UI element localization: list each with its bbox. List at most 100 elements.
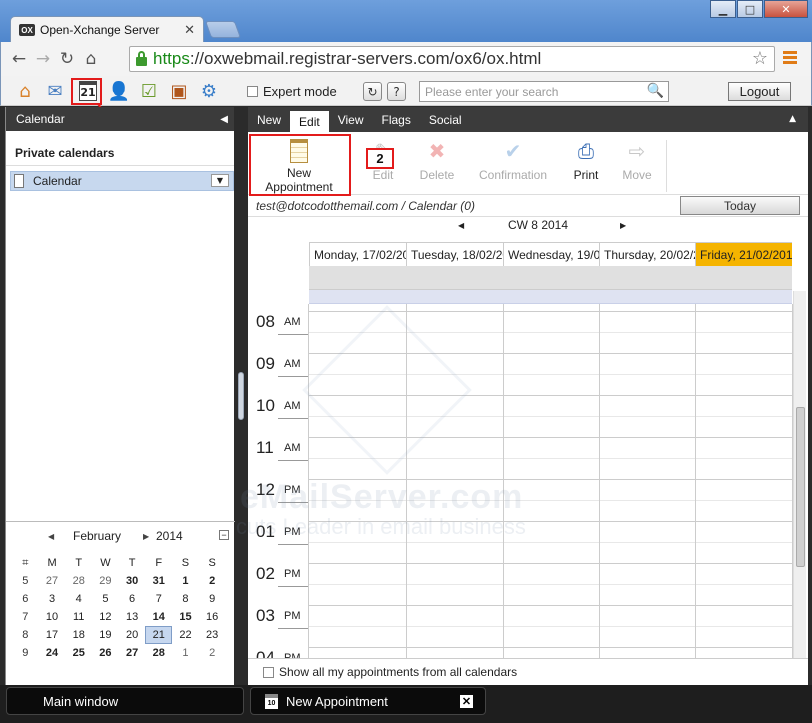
mini-calendar-day[interactable]: 27 <box>119 647 146 659</box>
mini-calendar-day[interactable]: 5 <box>92 593 119 605</box>
infostore-icon[interactable]: ▣ <box>167 79 191 103</box>
week-number[interactable]: 9 <box>12 647 39 659</box>
mini-calendar-day[interactable]: 15 <box>172 611 199 623</box>
move-button[interactable]: ⇨ Move <box>620 136 654 192</box>
search-icon[interactable]: 🔍 <box>647 83 664 99</box>
day-header[interactable]: Tuesday, 18/02/2014 <box>406 243 503 267</box>
minimize-button[interactable]: ▁ <box>710 0 736 18</box>
email-icon[interactable]: ✉ <box>43 79 67 103</box>
mini-calendar-collapse-icon[interactable]: − <box>219 530 229 540</box>
logout-button[interactable]: Logout <box>728 82 791 101</box>
grid-scrollbar[interactable] <box>793 291 806 658</box>
mini-calendar-day[interactable]: 2 <box>199 647 226 659</box>
mini-calendar-day[interactable]: 11 <box>65 611 92 623</box>
mini-calendar-day[interactable]: 24 <box>39 647 66 659</box>
address-bar[interactable]: https://oxwebmail.registrar-servers.com/… <box>129 46 775 72</box>
contacts-icon[interactable]: 👤 <box>107 79 131 103</box>
mini-calendar-day[interactable]: 26 <box>92 647 119 659</box>
bookmark-star-icon[interactable]: ☆ <box>752 48 768 69</box>
day-header[interactable]: Thursday, 20/02/2014 <box>599 243 695 267</box>
mini-calendar-day[interactable]: 19 <box>92 629 119 641</box>
tab-close-icon[interactable]: ✕ <box>184 23 195 38</box>
mini-calendar-day[interactable]: 6 <box>119 593 146 605</box>
taskbar-new-appointment[interactable]: 10 New Appointment ✕ <box>250 687 486 715</box>
grid-scrollbar-thumb[interactable] <box>796 407 805 567</box>
mini-calendar-day[interactable]: 28 <box>145 647 172 659</box>
collapse-sidebar-icon[interactable]: ◀ <box>220 114 228 125</box>
week-number[interactable]: 7 <box>12 611 39 623</box>
tasks-icon[interactable]: ☑ <box>137 79 161 103</box>
mini-calendar-day[interactable]: 16 <box>199 611 226 623</box>
print-button[interactable]: ⎙ Print <box>570 136 602 192</box>
mini-calendar-day[interactable]: 20 <box>119 629 146 641</box>
mini-calendar-day[interactable]: 14 <box>145 611 172 623</box>
delete-button[interactable]: ✖ Delete <box>416 136 458 192</box>
taskbar-main-window[interactable]: Main window <box>6 687 244 715</box>
settings-gear-icon[interactable]: ⚙ <box>197 79 221 103</box>
expert-mode-toggle[interactable]: Expert mode <box>247 84 337 99</box>
mini-calendar-day[interactable]: 28 <box>65 575 92 587</box>
calendar-list-item[interactable]: Calendar ▼ <box>10 171 234 191</box>
show-all-appointments-option[interactable]: Show all my appointments from all calend… <box>248 658 808 685</box>
mini-calendar-day[interactable]: 2 <box>199 575 226 587</box>
mini-calendar-day[interactable]: 17 <box>39 629 66 641</box>
portal-home-icon[interactable]: ⌂ <box>13 79 37 103</box>
confirmation-button[interactable]: ✔ Confirmation <box>476 136 550 192</box>
maximize-button[interactable]: □ <box>737 0 763 18</box>
next-month-icon[interactable]: ▶ <box>143 532 149 541</box>
mini-calendar-day[interactable]: 9 <box>199 593 226 605</box>
browser-menu-icon[interactable] <box>783 51 797 66</box>
calendar-options-dropdown-icon[interactable]: ▼ <box>211 174 229 187</box>
collapse-ribbon-icon[interactable]: ▲ <box>789 114 796 124</box>
week-number[interactable]: 6 <box>12 593 39 605</box>
reload-icon[interactable]: ↻ <box>55 49 79 69</box>
sidebar-splitter-handle[interactable] <box>238 372 244 420</box>
all-day-row[interactable] <box>309 266 792 290</box>
menu-tab-new[interactable]: New <box>248 107 290 132</box>
week-number[interactable]: 5 <box>12 575 39 587</box>
close-window-button[interactable]: ✕ <box>764 0 808 18</box>
mini-calendar-day[interactable]: 23 <box>199 629 226 641</box>
menu-tab-flags[interactable]: Flags <box>373 107 420 132</box>
half-hour-tick <box>278 418 308 419</box>
next-week-icon[interactable]: ▶ <box>620 221 626 230</box>
forward-arrow-icon[interactable]: → <box>31 49 55 69</box>
refresh-button[interactable]: ↻ <box>363 82 382 101</box>
mini-calendar-day[interactable]: 18 <box>65 629 92 641</box>
mini-calendar-day[interactable]: 31 <box>145 575 172 587</box>
show-all-checkbox[interactable] <box>263 666 274 678</box>
mini-calendar-day[interactable]: 29 <box>92 575 119 587</box>
mini-calendar-day[interactable]: 27 <box>39 575 66 587</box>
search-input[interactable]: Please enter your search 🔍 <box>419 81 669 102</box>
mini-calendar-day[interactable]: 22 <box>172 629 199 641</box>
prev-week-icon[interactable]: ◀ <box>458 221 464 230</box>
mini-calendar-day[interactable]: 8 <box>172 593 199 605</box>
mini-calendar-day[interactable]: 4 <box>65 593 92 605</box>
new-tab-button[interactable] <box>204 21 242 38</box>
menu-tab-view[interactable]: View <box>329 107 373 132</box>
today-button[interactable]: Today <box>680 196 800 215</box>
mini-calendar-day[interactable]: 25 <box>65 647 92 659</box>
mini-calendar-day[interactable]: 30 <box>119 575 146 587</box>
taskbar-close-icon[interactable]: ✕ <box>460 695 473 708</box>
mini-calendar-day[interactable]: 1 <box>172 575 199 587</box>
prev-month-icon[interactable]: ◀ <box>48 532 54 541</box>
help-button[interactable]: ? <box>387 82 406 101</box>
expert-mode-checkbox[interactable] <box>247 86 258 97</box>
day-header[interactable]: Friday, 21/02/2014 <box>695 243 792 267</box>
week-number[interactable]: 8 <box>12 629 39 641</box>
home-icon[interactable]: ⌂ <box>79 49 103 69</box>
mini-calendar-day[interactable]: 13 <box>119 611 146 623</box>
day-header[interactable]: Wednesday, 19/02/2014 <box>503 243 599 267</box>
mini-calendar-day[interactable]: 21 <box>145 626 173 644</box>
mini-calendar-day[interactable]: 12 <box>92 611 119 623</box>
browser-tab[interactable]: OX Open-Xchange Server ✕ <box>10 16 204 43</box>
mini-calendar-day[interactable]: 7 <box>145 593 172 605</box>
back-arrow-icon[interactable]: ← <box>7 49 31 69</box>
day-header[interactable]: Monday, 17/02/2014 <box>309 243 406 267</box>
mini-calendar-day[interactable]: 1 <box>172 647 199 659</box>
mini-calendar-day[interactable]: 3 <box>39 593 66 605</box>
menu-tab-social[interactable]: Social <box>420 107 471 132</box>
mini-calendar-day[interactable]: 10 <box>39 611 66 623</box>
menu-tab-edit[interactable]: Edit <box>290 111 329 132</box>
